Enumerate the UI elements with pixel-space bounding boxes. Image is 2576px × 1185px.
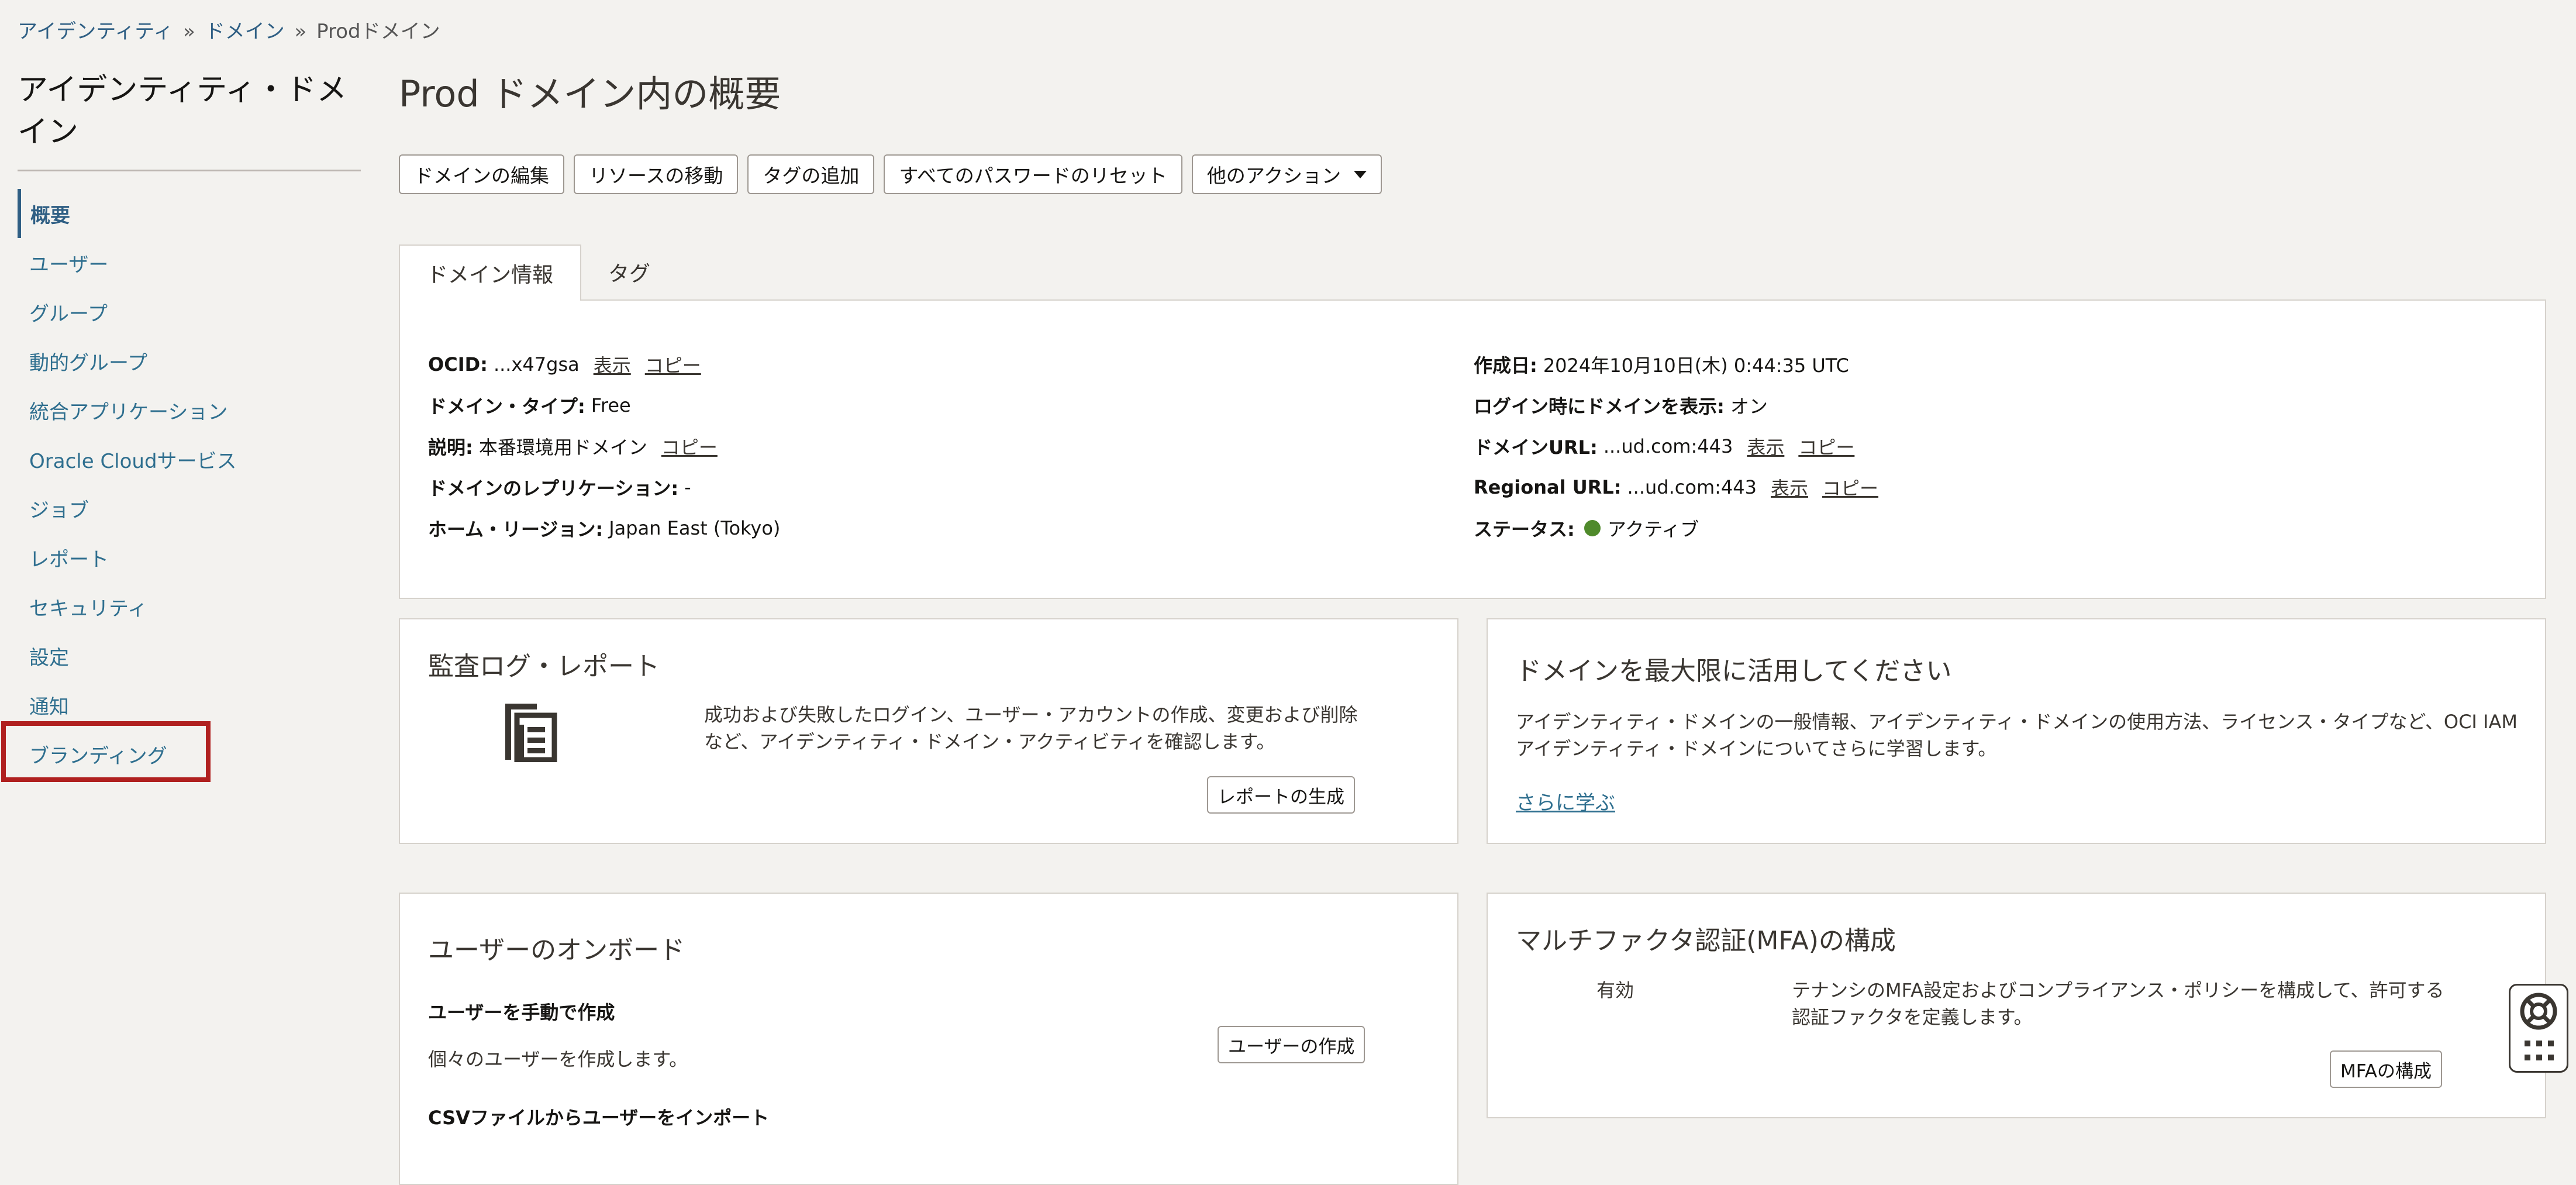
sidebar-item-overview[interactable]: 概要 (18, 189, 361, 238)
user-onboarding-card: ユーザーのオンボード ユーザーを手動で作成 個々のユーザーを作成します。 ユーザ… (399, 893, 1458, 1185)
audit-card-description: 成功および失敗したログイン、ユーザー・アカウントの作成、変更および削除など、アイ… (704, 704, 1358, 753)
audit-log-report-card: 監査ログ・レポート 成功および失敗したログイン、ユーザー・アカウントの作成、変更… (399, 618, 1458, 844)
caret-down-icon (1354, 170, 1367, 178)
sidebar-item-security[interactable]: セキュリティ (18, 582, 361, 631)
sidebar-item-branding[interactable]: ブランディング (18, 729, 361, 778)
info-row-created: 作成日: 2024年10月10日(木) 0:44:35 UTC (1474, 344, 1878, 385)
tab-bar: ドメイン情報 タグ (399, 244, 677, 301)
info-column-right: 作成日: 2024年10月10日(木) 0:44:35 UTC ログイン時にドメ… (1474, 344, 1878, 549)
generate-report-button[interactable]: レポートの生成 (1207, 776, 1355, 814)
domain-url-show-link[interactable]: 表示 (1747, 433, 1784, 460)
mfa-card-title: マルチファクタ認証(MFA)の構成 (1516, 926, 1896, 956)
mfa-status: 有効 (1596, 979, 1634, 1001)
configure-mfa-button[interactable]: MFAの構成 (2330, 1050, 2442, 1088)
tab-domain-info[interactable]: ドメイン情報 (399, 244, 582, 301)
sidebar: アイデンティティ・ドメイン 概要 ユーザー グループ 動的グループ 統合アプリケ… (18, 69, 361, 778)
created-value: 2024年10月10日(木) 0:44:35 UTC (1543, 354, 1849, 377)
info-row-replication: ドメインのレプリケーション: - (428, 467, 780, 508)
created-label: 作成日: (1474, 354, 1537, 377)
replication-value: - (684, 476, 691, 498)
lifebuoy-icon (2520, 993, 2557, 1030)
add-tags-button[interactable]: タグの追加 (747, 154, 875, 194)
reset-all-passwords-button[interactable]: すべてのパスワードのリセット (884, 154, 1182, 194)
show-on-login-value: オン (1730, 395, 1768, 418)
domain-url-value: ...ud.com:443 (1603, 435, 1733, 457)
replication-label: ドメインのレプリケーション: (428, 477, 679, 500)
breadcrumb-identity[interactable]: アイデンティティ (18, 20, 173, 43)
grid-dots-icon (2525, 1041, 2554, 1060)
description-copy-link[interactable]: コピー (661, 433, 718, 460)
status-active-dot-icon (1584, 520, 1601, 536)
regional-url-value: ...ud.com:443 (1627, 476, 1757, 498)
breadcrumb-current: Prodドメイン (316, 20, 440, 43)
sidebar-item-users[interactable]: ユーザー (18, 238, 361, 287)
ocid-copy-link[interactable]: コピー (645, 351, 701, 378)
learn-more-card: ドメインを最大限に活用してください アイデンティティ・ドメインの一般情報、アイデ… (1487, 618, 2546, 844)
breadcrumb: アイデンティティ » ドメイン » Prodドメイン (18, 15, 440, 44)
sidebar-title: アイデンティティ・ドメイン (18, 69, 361, 171)
page-title: Prod ドメイン内の概要 (399, 73, 781, 115)
learn-more-card-description: アイデンティティ・ドメインの一般情報、アイデンティティ・ドメインの使用方法、ライ… (1516, 711, 2518, 760)
home-region-value: Japan East (Tokyo) (609, 517, 781, 539)
learn-more-card-title: ドメインを最大限に活用してください (1516, 656, 1952, 686)
domain-url-copy-link[interactable]: コピー (1798, 433, 1854, 460)
more-actions-button[interactable]: 他のアクション (1191, 154, 1382, 194)
breadcrumb-separator: » (294, 20, 307, 43)
info-row-regional-url: Regional URL: ...ud.com:443 表示 コピー (1474, 467, 1878, 508)
learn-more-link[interactable]: さらに学ぶ (1516, 787, 1615, 815)
info-row-show-on-login: ログイン時にドメインを表示: オン (1474, 385, 1878, 426)
show-on-login-label: ログイン時にドメインを表示: (1474, 395, 1725, 418)
sidebar-item-reports[interactable]: レポート (18, 533, 361, 582)
sidebar-item-notifications[interactable]: 通知 (18, 680, 361, 729)
sidebar-item-jobs[interactable]: ジョブ (18, 484, 361, 533)
breadcrumb-domains[interactable]: ドメイン (205, 20, 285, 43)
onboarding-card-title: ユーザーのオンボード (428, 935, 685, 965)
audit-card-title: 監査ログ・レポート (428, 652, 660, 681)
domain-url-label: ドメインURL: (1474, 436, 1598, 459)
sidebar-item-oracle-cloud-services[interactable]: Oracle Cloudサービス (18, 435, 361, 484)
mfa-card-description: テナンシのMFA設定およびコンプライアンス・ポリシーを構成して、許可する認証ファ… (1792, 979, 2444, 1028)
move-resource-button[interactable]: リソースの移動 (574, 154, 739, 194)
sidebar-item-integrated-applications[interactable]: 統合アプリケーション (18, 385, 361, 435)
sidebar-item-groups[interactable]: グループ (18, 287, 361, 336)
regional-url-copy-link[interactable]: コピー (1822, 474, 1878, 501)
status-label: ステータス: (1474, 518, 1575, 540)
description-value: 本番環境用ドメイン (478, 436, 647, 459)
action-toolbar: ドメインの編集 リソースの移動 タグの追加 すべてのパスワードのリセット 他のア… (399, 154, 1382, 194)
info-row-status: ステータス: アクティブ (1474, 508, 1878, 549)
sidebar-item-settings[interactable]: 設定 (18, 631, 361, 680)
info-row-domain-url: ドメインURL: ...ud.com:443 表示 コピー (1474, 426, 1878, 467)
breadcrumb-separator: » (183, 20, 195, 43)
info-row-home-region: ホーム・リージョン: Japan East (Tokyo) (428, 508, 780, 549)
more-actions-label: 他のアクション (1206, 164, 1342, 187)
sidebar-item-dynamic-groups[interactable]: 動的グループ (18, 336, 361, 385)
ocid-show-link[interactable]: 表示 (594, 351, 631, 378)
manual-create-description: 個々のユーザーを作成します。 (428, 1048, 688, 1070)
regional-url-label: Regional URL: (1474, 476, 1622, 498)
csv-import-heading: CSVファイルからユーザーをインポート (428, 1107, 770, 1129)
help-widget[interactable] (2509, 984, 2568, 1073)
domain-type-value: Free (591, 394, 631, 416)
manual-create-heading: ユーザーを手動で作成 (428, 1001, 615, 1024)
mfa-config-card: マルチファクタ認証(MFA)の構成 有効 テナンシのMFA設定およびコンプライア… (1487, 893, 2546, 1118)
info-row-ocid: OCID: ...x47gsa 表示 コピー (428, 344, 780, 385)
create-user-button[interactable]: ユーザーの作成 (1218, 1026, 1365, 1063)
status-value: アクティブ (1607, 518, 1699, 540)
domain-info-panel: OCID: ...x47gsa 表示 コピー ドメイン・タイプ: Free 説明… (399, 299, 2546, 599)
info-row-domain-type: ドメイン・タイプ: Free (428, 385, 780, 426)
report-document-icon (505, 704, 557, 762)
info-row-description: 説明: 本番環境用ドメイン コピー (428, 426, 780, 467)
description-label: 説明: (428, 436, 473, 459)
ocid-value: ...x47gsa (493, 353, 580, 376)
domain-type-label: ドメイン・タイプ: (428, 395, 585, 418)
tab-tags[interactable]: タグ (581, 244, 677, 299)
info-column-left: OCID: ...x47gsa 表示 コピー ドメイン・タイプ: Free 説明… (428, 344, 780, 549)
home-region-label: ホーム・リージョン: (428, 518, 604, 540)
ocid-label: OCID: (428, 353, 488, 376)
regional-url-show-link[interactable]: 表示 (1771, 474, 1808, 501)
edit-domain-button[interactable]: ドメインの編集 (399, 154, 564, 194)
